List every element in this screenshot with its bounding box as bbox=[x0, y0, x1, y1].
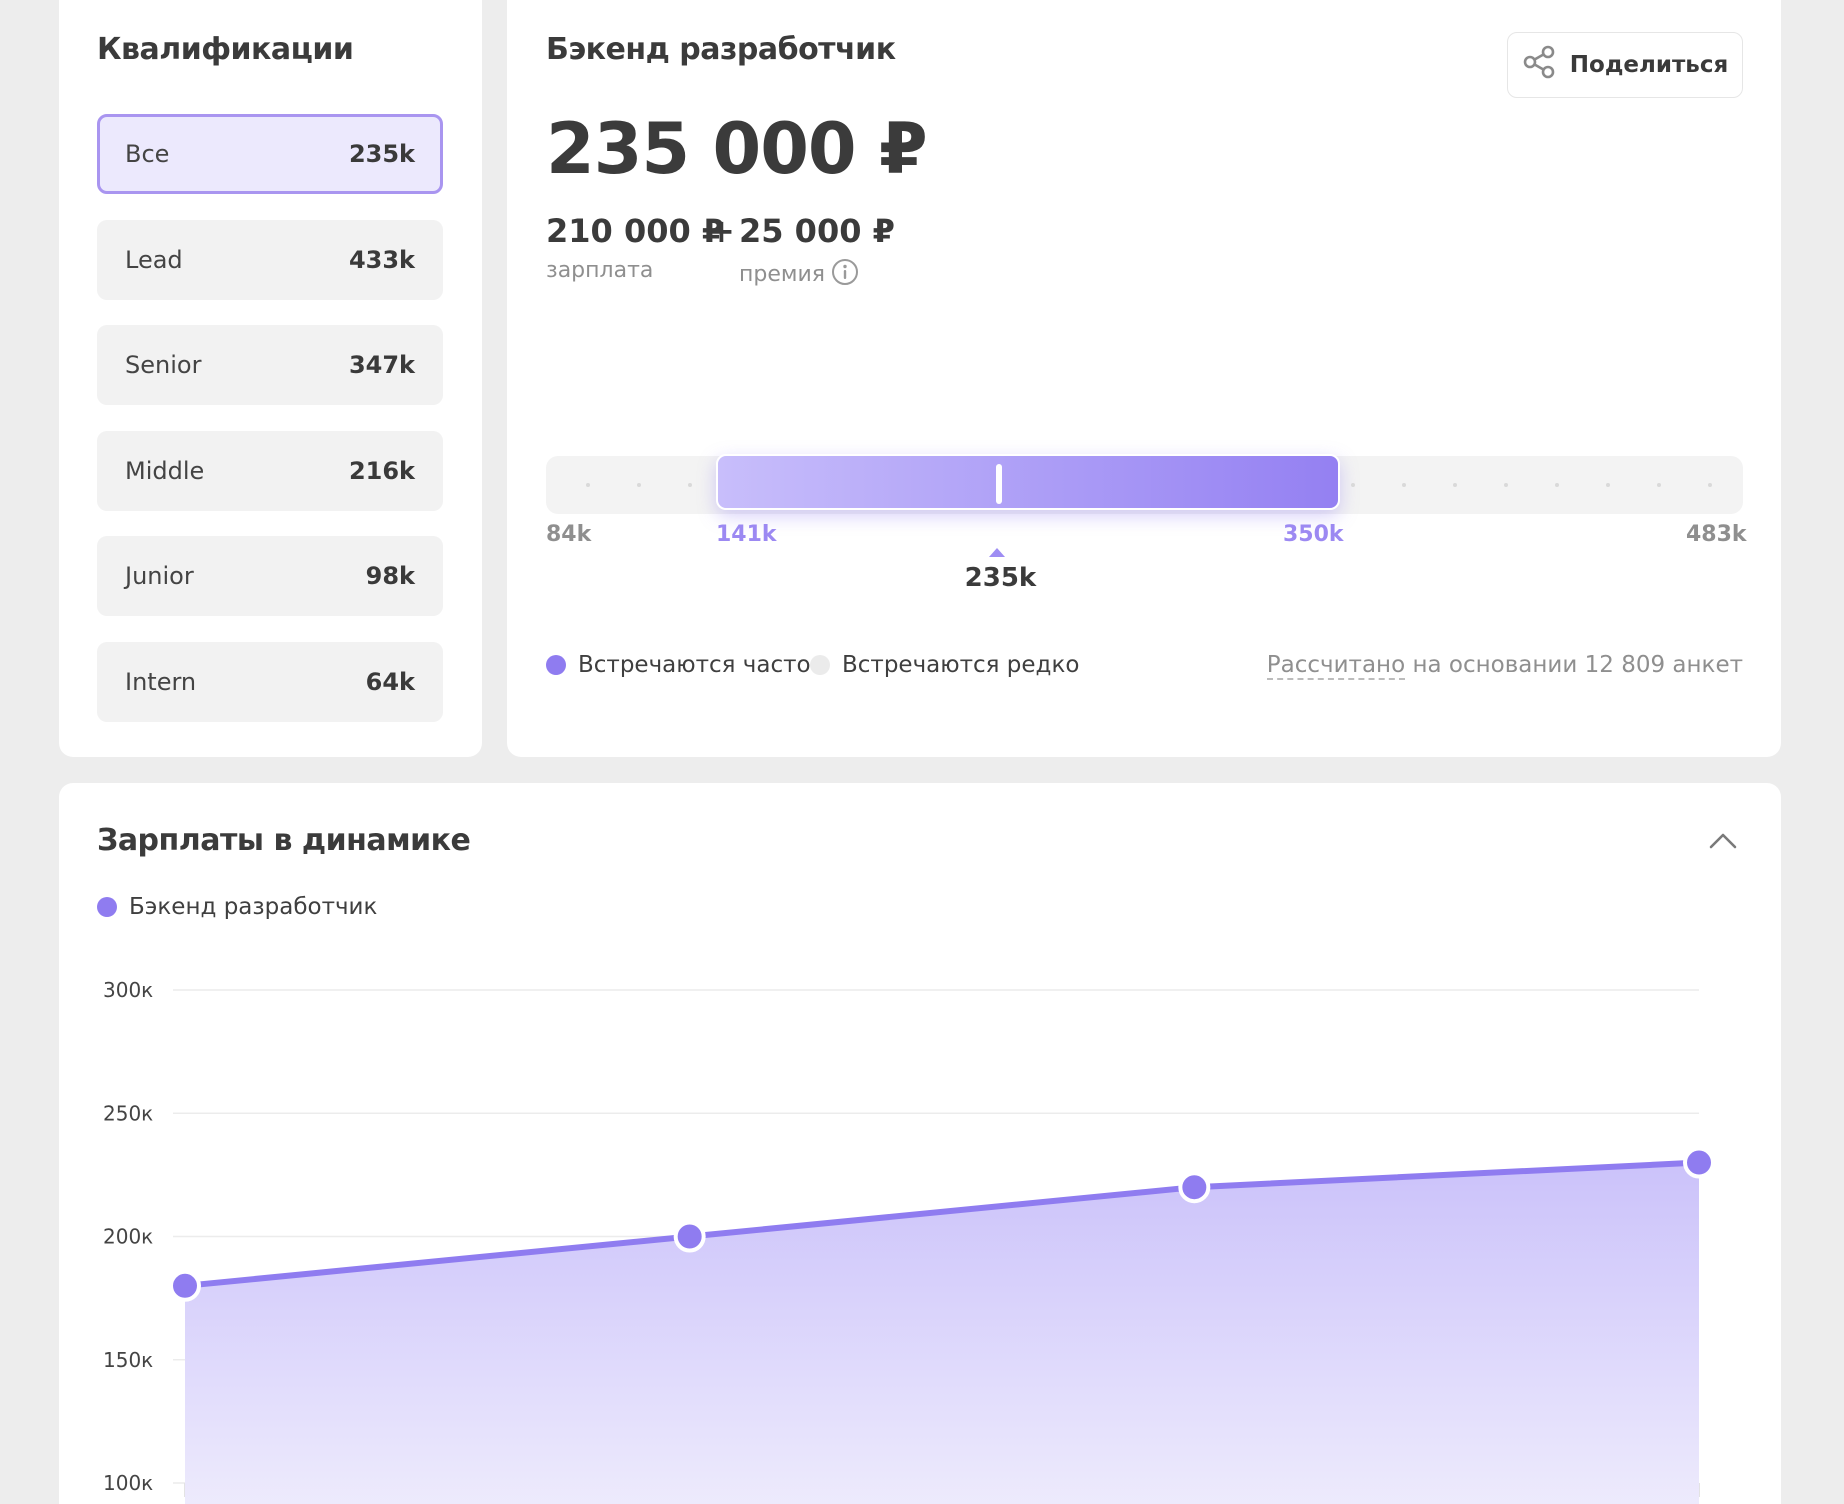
bonus-value: 25 000 ₽ bbox=[739, 212, 895, 250]
legend-often: Встречаются часто bbox=[546, 652, 811, 678]
data-point bbox=[1683, 1146, 1715, 1179]
data-point bbox=[169, 1269, 201, 1302]
range-tick-dot bbox=[1708, 483, 1712, 487]
range-high-label: 350k bbox=[1283, 522, 1344, 547]
salary-range-fill bbox=[716, 454, 1340, 510]
qualification-item-junior[interactable]: Junior 98k bbox=[97, 536, 443, 616]
y-tick-label: 300к bbox=[103, 978, 153, 1002]
qualification-item-lead[interactable]: Lead 433k bbox=[97, 219, 443, 300]
qualification-value: 433k bbox=[348, 245, 415, 274]
range-tick-dot bbox=[1606, 483, 1610, 487]
total-salary: 235 000 ₽ bbox=[546, 108, 928, 190]
share-icon bbox=[1522, 45, 1556, 85]
base-salary-label: зарплата bbox=[546, 258, 654, 283]
range-max-label: 483k bbox=[1686, 522, 1747, 547]
y-tick-label: 250к bbox=[103, 1101, 153, 1125]
range-tick-dot bbox=[1657, 483, 1661, 487]
qualification-value: 347k bbox=[348, 351, 415, 379]
qualification-label: Lead bbox=[125, 245, 183, 274]
qualification-value: 216k bbox=[348, 456, 415, 485]
basis-text: на основании 12 809 анкет bbox=[1405, 652, 1743, 678]
qualification-item-senior[interactable]: Senior 347k bbox=[97, 325, 443, 405]
qualification-label: Все bbox=[125, 140, 170, 168]
salary-dynamics-chart: 300к 250к 200к 150к 100к bbox=[103, 978, 1715, 1504]
legend-often-dot bbox=[546, 655, 566, 675]
legend-rare-label: Встречаются редко bbox=[842, 652, 1080, 678]
data-point bbox=[1178, 1171, 1211, 1204]
basis-link[interactable]: Рассчитано bbox=[1266, 652, 1406, 680]
share-button[interactable]: Поделиться bbox=[1507, 32, 1743, 98]
median-marker bbox=[995, 464, 1002, 504]
qualification-label: Senior bbox=[125, 351, 202, 379]
bonus-label: премия bbox=[739, 262, 826, 287]
median-label: 235k bbox=[964, 563, 1037, 593]
range-tick-dot bbox=[1351, 483, 1355, 487]
bonus-label-wrap: премия bbox=[739, 258, 859, 292]
qualification-value: 98k bbox=[365, 562, 415, 590]
dynamics-card: Зарплаты в динамике Бэкенд разработчик 3… bbox=[59, 783, 1781, 1504]
qualification-item-intern[interactable]: Intern 64k bbox=[97, 641, 443, 722]
y-tick-label: 150к bbox=[103, 1348, 153, 1372]
qualification-label: Junior bbox=[125, 562, 194, 590]
qualification-label: Middle bbox=[125, 456, 205, 485]
range-tick-dot bbox=[1555, 483, 1559, 487]
legend-often-label: Встречаются часто bbox=[578, 652, 811, 678]
share-label: Поделиться bbox=[1569, 52, 1729, 78]
qualification-item-middle[interactable]: Middle 216k bbox=[97, 430, 443, 511]
basis-note: Рассчитано на основании 12 809 анкет bbox=[1266, 652, 1743, 680]
info-icon[interactable] bbox=[831, 258, 859, 292]
range-tick-dot bbox=[586, 483, 590, 487]
position-title: Бэкенд разработчик bbox=[546, 32, 896, 67]
salary-range-track bbox=[546, 454, 1743, 514]
range-tick-dot bbox=[637, 483, 641, 487]
salary-card: Бэкенд разработчик Поделиться 235 000 ₽ … bbox=[507, 0, 1781, 757]
base-salary-value: 210 000 ₽ bbox=[546, 212, 725, 250]
legend-rare: Встречаются редко bbox=[810, 652, 1079, 678]
range-min-label: 84k bbox=[546, 522, 592, 547]
range-tick-dot bbox=[688, 483, 692, 487]
plus-sign: + bbox=[708, 212, 735, 250]
range-tick-dot bbox=[1504, 483, 1508, 487]
data-point bbox=[673, 1220, 706, 1253]
y-tick-label: 200к bbox=[103, 1225, 153, 1249]
qualification-item-все[interactable]: Все 235k bbox=[97, 114, 443, 194]
qualification-label: Intern bbox=[125, 667, 197, 696]
y-tick-label: 100к bbox=[103, 1471, 153, 1495]
qualifications-title: Квалификации bbox=[97, 32, 354, 67]
range-tick-dot bbox=[1402, 483, 1406, 487]
qualification-value: 64k bbox=[365, 667, 415, 696]
range-low-label: 141k bbox=[716, 522, 777, 547]
median-pointer bbox=[988, 548, 1005, 557]
legend-rare-dot bbox=[810, 655, 830, 675]
qualifications-card: Квалификации Все 235k Lead 433k Senior 347k Mi… bbox=[59, 0, 482, 757]
qualification-value: 235k bbox=[348, 140, 415, 168]
range-tick-dot bbox=[1453, 483, 1457, 487]
